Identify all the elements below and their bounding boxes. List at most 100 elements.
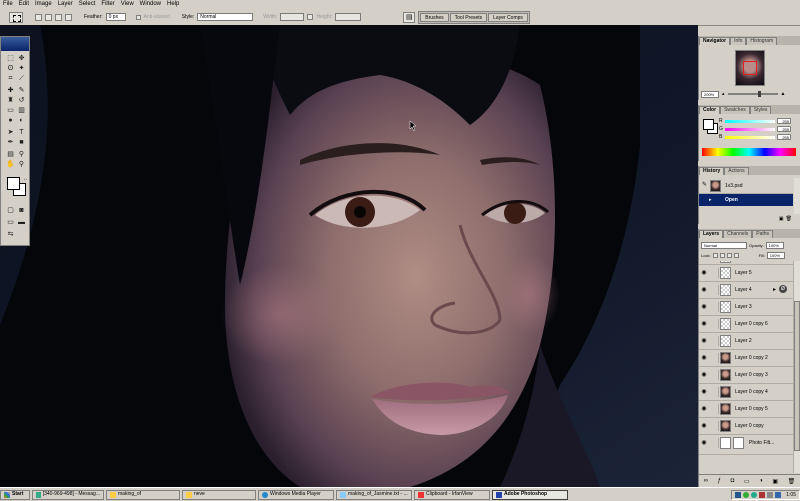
menu-filter[interactable]: Filter	[98, 0, 117, 9]
tab-layers[interactable]: Layers	[699, 230, 724, 238]
task-notepad[interactable]: making_of_Jasmine.txt - ...	[336, 489, 412, 500]
tray-antivirus-icon[interactable]	[751, 491, 758, 498]
task-neve-folder[interactable]: neve	[182, 489, 256, 500]
red-value[interactable]: 255	[777, 118, 791, 124]
slice-tool-icon[interactable]: ⟋	[17, 75, 26, 83]
jump-to-imageready-icon[interactable]: ⇆	[6, 231, 15, 239]
layer-row-layer-0-copy-3[interactable]: ◉ Layer 0 copy 3	[699, 367, 793, 384]
tab-info[interactable]: Info	[730, 37, 747, 45]
tab-navigator[interactable]: Navigator	[699, 37, 731, 45]
marquee-tool-icon[interactable]: ⬚	[6, 55, 15, 63]
history-state-open[interactable]: ▸ Open	[699, 194, 793, 206]
palette-well-icon[interactable]: ▤	[403, 11, 416, 23]
visibility-eye-icon[interactable]: ◉	[700, 337, 708, 345]
healing-brush-tool-icon[interactable]: ✚	[6, 87, 15, 95]
menu-select[interactable]: Select	[76, 0, 99, 9]
toolbox-header[interactable]	[1, 37, 29, 51]
visibility-eye-icon[interactable]: ◉	[700, 422, 708, 430]
menu-view[interactable]: View	[118, 0, 137, 9]
layer-row-layer-0-copy-2[interactable]: ◉ Layer 0 copy 2	[699, 350, 793, 367]
layer-row-layer-4[interactable]: ◉ Layer 4 ▸ Ø	[699, 282, 793, 299]
style-select[interactable]: Normal	[197, 13, 254, 21]
tab-tool-presets[interactable]: Tool Presets	[449, 12, 488, 22]
lock-transparency-icon[interactable]	[712, 252, 718, 258]
task-irfanview[interactable]: Clipboard - IrfanView	[414, 489, 490, 500]
tab-brushes[interactable]: Brushes	[420, 12, 449, 22]
task-windows-media-player[interactable]: Windows Media Player	[258, 489, 334, 500]
blur-tool-icon[interactable]: ●	[6, 117, 15, 125]
notes-tool-icon[interactable]: ▤	[6, 151, 15, 159]
standard-mode-icon[interactable]: ▢	[6, 207, 15, 215]
layer-row-layer-5[interactable]: ◉ Layer 5	[699, 265, 793, 282]
subtract-selection-icon[interactable]	[55, 13, 62, 21]
crop-tool-icon[interactable]: ⌗	[6, 75, 15, 83]
tab-history[interactable]: History	[699, 167, 725, 175]
gradient-tool-icon[interactable]: ▥	[17, 107, 26, 115]
lock-pixels-icon[interactable]	[719, 252, 725, 258]
tray-display-icon[interactable]	[775, 491, 782, 498]
marquee-preset-icon[interactable]	[9, 11, 23, 23]
lasso-tool-icon[interactable]: ʘ	[6, 65, 15, 73]
layer-row-photo-filter[interactable]: ◉ Photo Filt...	[699, 435, 793, 455]
zoom-tool-icon[interactable]: ⚲	[17, 161, 26, 169]
tab-swatches[interactable]: Swatches	[720, 106, 750, 114]
clone-stamp-tool-icon[interactable]: ♜	[6, 97, 15, 105]
tray-app-icon[interactable]	[759, 491, 766, 498]
new-adjustment-layer-icon[interactable]: ◑	[759, 478, 763, 484]
pen-tool-icon[interactable]: ✒	[6, 139, 15, 147]
layer-row-layer-0-copy-4[interactable]: ◉ Layer 0 copy 4	[699, 384, 793, 401]
layer-row-layer-2[interactable]: ◉ Layer 2	[699, 333, 793, 350]
delete-layer-icon[interactable]: 🗑	[788, 478, 796, 485]
layer-style-icon[interactable]: ƒ	[718, 478, 721, 484]
dodge-tool-icon[interactable]: ◐	[17, 117, 26, 125]
navigator-preview[interactable]	[735, 50, 765, 86]
brush-tool-icon[interactable]: ✎	[17, 87, 26, 95]
tray-messenger-icon[interactable]	[743, 491, 750, 498]
eraser-tool-icon[interactable]: ▭	[6, 107, 15, 115]
type-tool-icon[interactable]: T	[17, 129, 26, 137]
navigator-view-box[interactable]	[743, 61, 757, 75]
hand-tool-icon[interactable]: ✋	[6, 161, 15, 169]
add-mask-icon[interactable]: ◘	[731, 478, 735, 484]
tab-paths[interactable]: Paths	[752, 230, 774, 238]
feather-input[interactable]: 0 px	[105, 13, 126, 21]
blue-value[interactable]: 255	[777, 134, 791, 140]
task-messenger[interactable]: [340-969-498] - Messag...	[32, 489, 104, 500]
tab-actions[interactable]: Actions	[724, 167, 749, 175]
lock-position-icon[interactable]	[726, 252, 732, 258]
screen-mode-standard-icon[interactable]: ▭	[6, 219, 15, 227]
visibility-eye-icon[interactable]: ◉	[700, 388, 708, 396]
new-group-icon[interactable]: ▭	[744, 478, 750, 485]
visibility-eye-icon[interactable]: ◉	[700, 354, 708, 362]
visibility-eye-icon[interactable]: ◉	[700, 371, 708, 379]
foreground-color-swatch[interactable]	[7, 177, 20, 190]
visibility-eye-icon[interactable]: ◉	[700, 303, 708, 311]
task-adobe-photoshop[interactable]: Adobe Photoshop	[492, 489, 568, 500]
zoom-level-input[interactable]: 200%	[701, 90, 719, 98]
history-trash-icon[interactable]: 🗑	[786, 216, 792, 224]
link-layers-icon[interactable]: ∞	[704, 478, 708, 484]
visibility-eye-icon[interactable]: ◉	[700, 405, 708, 413]
menu-help[interactable]: Help	[164, 0, 182, 9]
new-layer-icon[interactable]: ▣	[772, 478, 778, 485]
menu-image[interactable]: Image	[32, 0, 55, 9]
zoom-in-icon[interactable]: ▲	[781, 91, 786, 97]
green-value[interactable]: 255	[777, 126, 791, 132]
snapshot-brush-icon[interactable]: ✎	[702, 181, 707, 188]
color-fg-swatch[interactable]	[703, 119, 714, 130]
tab-histogram[interactable]: Histogram	[746, 37, 778, 45]
green-slider[interactable]	[725, 127, 775, 131]
red-slider[interactable]	[725, 119, 775, 123]
blue-slider[interactable]	[725, 135, 775, 139]
tab-styles[interactable]: Styles	[749, 106, 772, 114]
layer-row-layer-0-copy-5[interactable]: ◉ Layer 0 copy 5	[699, 401, 793, 418]
eyedropper-tool-icon[interactable]: ⚲	[17, 151, 26, 159]
opacity-input[interactable]: 100%	[765, 241, 784, 249]
zoom-slider[interactable]	[727, 91, 778, 97]
start-button[interactable]: Start	[0, 489, 30, 500]
zoom-out-icon[interactable]: ▴	[722, 91, 725, 97]
menu-file[interactable]: File	[0, 0, 16, 9]
quick-mask-mode-icon[interactable]: ◙	[17, 207, 26, 215]
path-selection-tool-icon[interactable]: ➤	[6, 129, 15, 137]
tab-layer-comps[interactable]: Layer Comps	[488, 12, 528, 22]
